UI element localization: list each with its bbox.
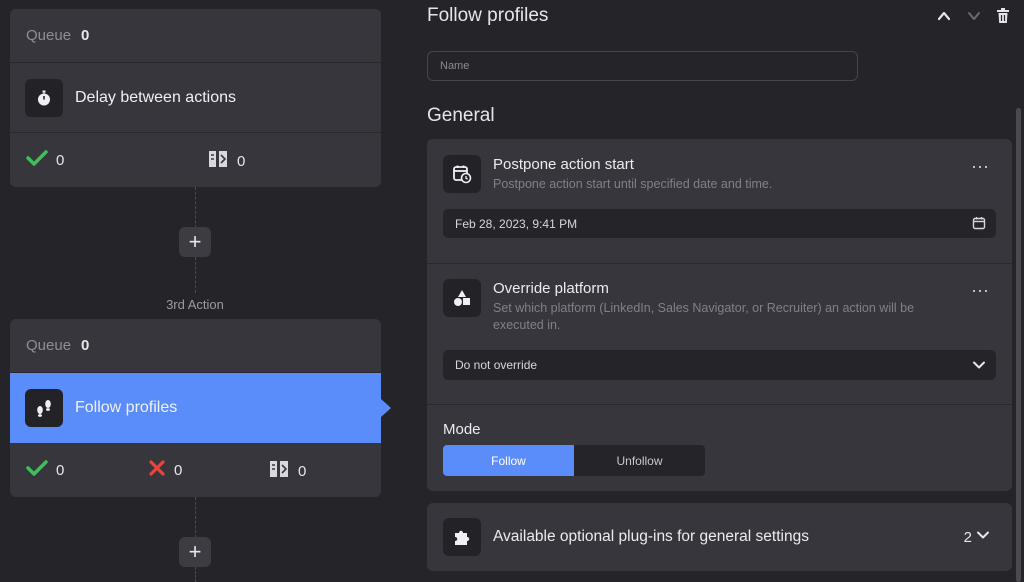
panel-scrollbar[interactable] bbox=[1016, 108, 1021, 582]
plugins-count: 2 bbox=[963, 528, 972, 546]
workflow-card-follow[interactable]: Queue 0 Follow profiles 0 0 0 bbox=[10, 319, 381, 497]
workflow-card-delay[interactable]: Queue 0 Delay between actions 0 0 bbox=[10, 9, 381, 187]
shapes-icon bbox=[443, 279, 481, 317]
puzzle-icon bbox=[443, 518, 481, 556]
check-icon bbox=[26, 459, 48, 481]
override-description: Set which platform (LinkedIn, Sales Navi… bbox=[493, 301, 915, 332]
success-count: 0 bbox=[56, 151, 65, 169]
mode-label: Mode bbox=[443, 421, 481, 438]
panel-actions bbox=[936, 8, 1010, 24]
connector-line bbox=[195, 257, 196, 293]
skip-list-icon bbox=[207, 149, 229, 173]
override-menu-button[interactable]: ⋯ bbox=[971, 281, 990, 302]
action-label: Delay between actions bbox=[75, 88, 236, 106]
add-action-button[interactable]: + bbox=[179, 227, 211, 257]
check-icon bbox=[26, 149, 48, 171]
postpone-date-value: Feb 28, 2023, 9:41 PM bbox=[455, 216, 578, 231]
general-section-title: General bbox=[427, 105, 495, 126]
failed-stat: 0 bbox=[148, 459, 182, 481]
calendar-clock-icon bbox=[443, 155, 481, 193]
skipped-stat: 0 bbox=[268, 459, 306, 483]
postpone-menu-button[interactable]: ⋯ bbox=[971, 157, 990, 178]
queue-row: Queue 0 bbox=[10, 9, 381, 63]
queue-row: Queue 0 bbox=[10, 319, 381, 373]
skipped-count: 0 bbox=[298, 462, 307, 480]
plugins-expand-button[interactable]: 2 bbox=[964, 528, 990, 546]
success-count: 0 bbox=[56, 461, 65, 479]
connector-line bbox=[195, 497, 196, 538]
name-input[interactable] bbox=[427, 51, 858, 81]
stats-row: 0 0 0 bbox=[10, 443, 381, 497]
override-select-value: Do not override bbox=[455, 358, 538, 372]
panel-title: Follow profiles bbox=[427, 5, 549, 26]
footsteps-icon bbox=[25, 389, 63, 427]
connector-line bbox=[195, 567, 196, 582]
general-settings-card: Postpone action start Postpone action st… bbox=[427, 139, 1012, 491]
plugins-title: Available optional plug-ins for general … bbox=[493, 528, 809, 545]
postpone-title: Postpone action start bbox=[493, 156, 634, 173]
step-label: 3rd Action bbox=[166, 297, 224, 312]
connector-line bbox=[195, 187, 196, 228]
chevron-down-icon bbox=[972, 358, 986, 372]
queue-count: 0 bbox=[81, 27, 90, 44]
divider bbox=[427, 404, 1012, 405]
mode-follow-option[interactable]: Follow bbox=[443, 445, 574, 476]
cross-icon bbox=[148, 459, 166, 481]
mode-unfollow-option[interactable]: Unfollow bbox=[574, 445, 705, 476]
stopwatch-icon bbox=[25, 78, 63, 117]
queue-label: Queue bbox=[26, 27, 72, 44]
override-title: Override platform bbox=[493, 280, 609, 297]
failed-count: 0 bbox=[174, 461, 183, 479]
skip-list-icon bbox=[268, 459, 290, 483]
calendar-icon bbox=[972, 216, 986, 230]
chevron-down-icon[interactable] bbox=[966, 8, 982, 24]
chevron-up-icon[interactable] bbox=[936, 8, 952, 24]
queue-label: Queue bbox=[26, 337, 72, 354]
mode-toggle: Follow Unfollow bbox=[443, 445, 705, 476]
stats-row: 0 0 bbox=[10, 133, 381, 187]
override-platform-select[interactable]: Do not override bbox=[443, 350, 996, 380]
skipped-count: 0 bbox=[237, 152, 246, 170]
add-action-button[interactable]: + bbox=[179, 537, 211, 567]
success-stat: 0 bbox=[26, 459, 64, 481]
queue-count: 0 bbox=[81, 337, 90, 354]
postpone-date-field[interactable]: Feb 28, 2023, 9:41 PM bbox=[443, 209, 996, 238]
action-row-follow[interactable]: Follow profiles bbox=[10, 373, 381, 443]
divider bbox=[427, 263, 1012, 264]
plugins-card[interactable]: Available optional plug-ins for general … bbox=[427, 503, 1012, 571]
skipped-stat: 0 bbox=[207, 149, 245, 173]
success-stat: 0 bbox=[26, 149, 64, 171]
selected-pointer bbox=[381, 399, 391, 417]
postpone-description: Postpone action start until specified da… bbox=[493, 177, 773, 191]
action-label: Follow profiles bbox=[75, 399, 178, 416]
action-row-delay[interactable]: Delay between actions bbox=[10, 63, 381, 133]
trash-icon[interactable] bbox=[996, 8, 1010, 24]
chevron-down-icon bbox=[976, 528, 990, 546]
